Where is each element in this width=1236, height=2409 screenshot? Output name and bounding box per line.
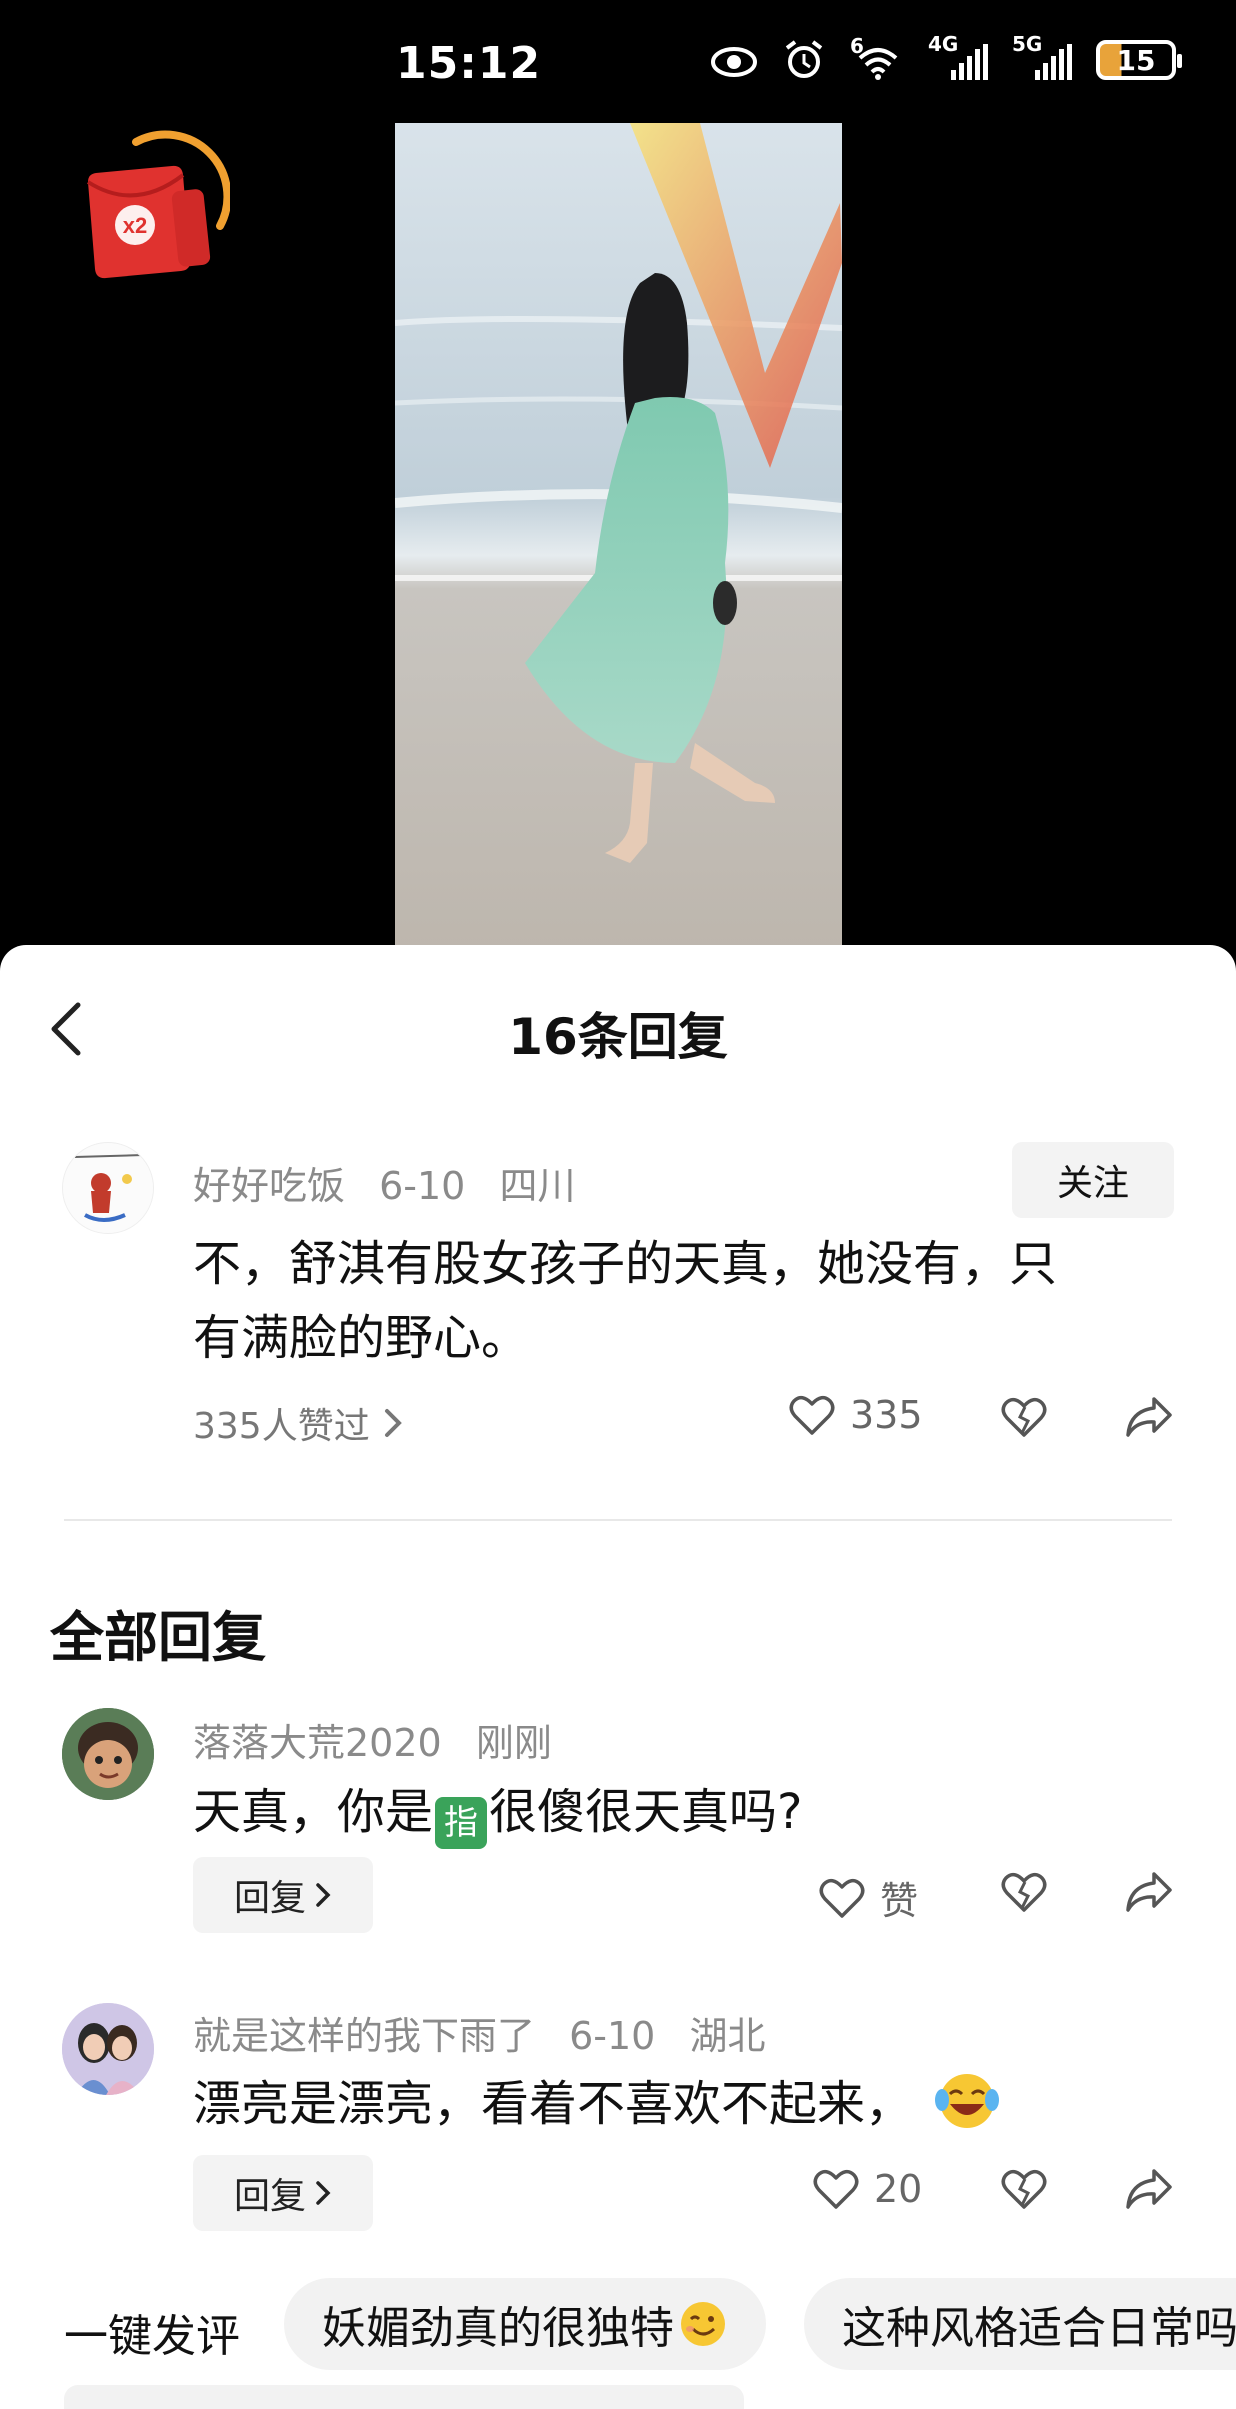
wifi-net-label: 6 [850, 34, 864, 58]
share-icon [1126, 1872, 1172, 1912]
sheet-header: 16条回复 [0, 945, 1236, 1115]
reply-text: 漂亮是漂亮，看着不喜欢不起来， [193, 2067, 1002, 2141]
chip-text: 这种风格适合日常吗 [842, 2303, 1236, 2354]
likers-count: 335人赞过 [193, 1406, 370, 1447]
reply-date: 6-10 [569, 2014, 656, 2058]
wifi-icon: 6 [850, 34, 906, 80]
reply-button[interactable]: 回复 [193, 2155, 373, 2231]
sheet-title: 16条回复 [508, 1008, 728, 1066]
signal-5g-icon: 5G [1012, 32, 1074, 80]
comment-username[interactable]: 好好吃饭 [193, 1164, 345, 1208]
signal-4g-label: 4G [928, 32, 959, 56]
like-count: 20 [874, 2167, 923, 2211]
comment-text: 不，舒淇有股女孩子的天真，她没有，只 有满脸的野心。 [193, 1227, 1173, 1375]
red-packet-icon[interactable]: x2 [80, 130, 232, 290]
avatar[interactable] [62, 1708, 154, 1800]
heart-icon [789, 1395, 835, 1435]
reply-meta: 就是这样的我下雨了 6-10 湖北 [193, 2005, 787, 2060]
comment-location: 四川 [499, 1164, 576, 1208]
quick-comment-chip[interactable]: 妖媚劲真的很独特 [284, 2278, 766, 2370]
signal-4g-icon: 4G [928, 32, 990, 80]
reply-text-part: 天真，你是 [193, 1784, 434, 1840]
video-player[interactable] [395, 123, 842, 955]
signal-5g-label: 5G [1012, 32, 1043, 56]
reply-date: 刚刚 [475, 1721, 552, 1765]
share-button[interactable] [1124, 2167, 1174, 2211]
quick-comment-chip[interactable]: 这种风格适合日常吗 [804, 2278, 1236, 2370]
reply-text-part: 漂亮是漂亮，看着不喜欢不起来， [193, 2076, 914, 2132]
replies-sheet: 16条回复 好好吃饭 6-10 四川 关注 不，舒淇有股女孩子的天真，她没有，只… [0, 945, 1236, 2409]
likers-link[interactable]: 335人赞过 [193, 1397, 404, 1449]
heart-icon [819, 1878, 865, 1918]
wink-emoji-icon [681, 2302, 725, 2346]
battery-level: 15 [1116, 43, 1156, 77]
dislike-button[interactable] [1000, 2167, 1048, 2211]
chevron-right-icon [316, 1883, 331, 1907]
reply-button-label: 回复 [233, 1878, 306, 1919]
chevron-right-icon [316, 2181, 331, 2205]
broken-heart-icon [1001, 1397, 1047, 1437]
like-label: 赞 [880, 1879, 919, 1923]
broken-heart-icon [1001, 2169, 1047, 2209]
comment-meta: 好好吃饭 6-10 四川 [193, 1155, 597, 1210]
reply-meta: 落落大荒2020 刚刚 [193, 1712, 574, 1767]
finger-emoji-icon: 指 [435, 1797, 488, 1849]
dislike-button[interactable] [1000, 1870, 1048, 1914]
share-icon [1126, 1397, 1172, 1437]
comment-input[interactable] [64, 2385, 744, 2409]
share-button[interactable] [1124, 1395, 1174, 1439]
laughing-crying-emoji-icon [935, 2074, 1000, 2128]
status-icons: 6 4G 5G 15 [710, 32, 1182, 80]
like-button[interactable]: 赞 [818, 1870, 918, 1925]
heart-icon [813, 2169, 859, 2209]
avatar[interactable] [62, 2003, 154, 2095]
battery-icon: 15 [1096, 40, 1182, 80]
reply-text: 天真，你是指很傻很天真吗? [193, 1775, 803, 1849]
chip-text: 妖媚劲真的很独特 [322, 2303, 674, 2354]
reply-button[interactable]: 回复 [193, 1857, 373, 1933]
red-packet-label: x2 [123, 213, 147, 238]
comment-date: 6-10 [379, 1164, 466, 1208]
reply-text-part: 很傻很天真吗? [489, 1784, 803, 1840]
screen: 15:12 6 4G 5G 15 x2 16条回复 好好吃饭 6-10 四川 关… [0, 0, 1236, 2409]
section-title: 全部回复 [50, 1606, 266, 1669]
broken-heart-icon [1001, 1872, 1047, 1912]
divider [64, 1519, 1172, 1521]
like-count: 335 [850, 1393, 923, 1437]
reply-username[interactable]: 落落大荒2020 [193, 1721, 442, 1765]
share-button[interactable] [1124, 1870, 1174, 1914]
quick-comment-label: 一键发评 [64, 2311, 240, 2362]
reply-button-label: 回复 [233, 2176, 306, 2217]
comment-text-line1: 不，舒淇有股女孩子的天真，她没有，只 [193, 1236, 1058, 1292]
reply-username[interactable]: 就是这样的我下雨了 [193, 2014, 535, 2058]
comment-text-line2: 有满脸的野心。 [193, 1310, 530, 1366]
video-frame-image [395, 123, 842, 955]
avatar[interactable] [62, 1142, 154, 1234]
quick-comment-bar: 一键发评 妖媚劲真的很独特 这种风格适合日常吗 [0, 2278, 1236, 2378]
like-button[interactable]: 335 [788, 1393, 923, 1437]
eye-icon [710, 40, 758, 80]
like-button[interactable]: 20 [812, 2167, 922, 2211]
alarm-icon [780, 40, 828, 80]
share-icon [1126, 2169, 1172, 2209]
dislike-button[interactable] [1000, 1395, 1048, 1439]
follow-button[interactable]: 关注 [1012, 1142, 1174, 1218]
status-bar: 15:12 6 4G 5G 15 [0, 0, 1236, 120]
chevron-right-icon [384, 1409, 402, 1437]
status-time: 15:12 [396, 38, 542, 89]
reply-location: 湖北 [689, 2014, 766, 2058]
